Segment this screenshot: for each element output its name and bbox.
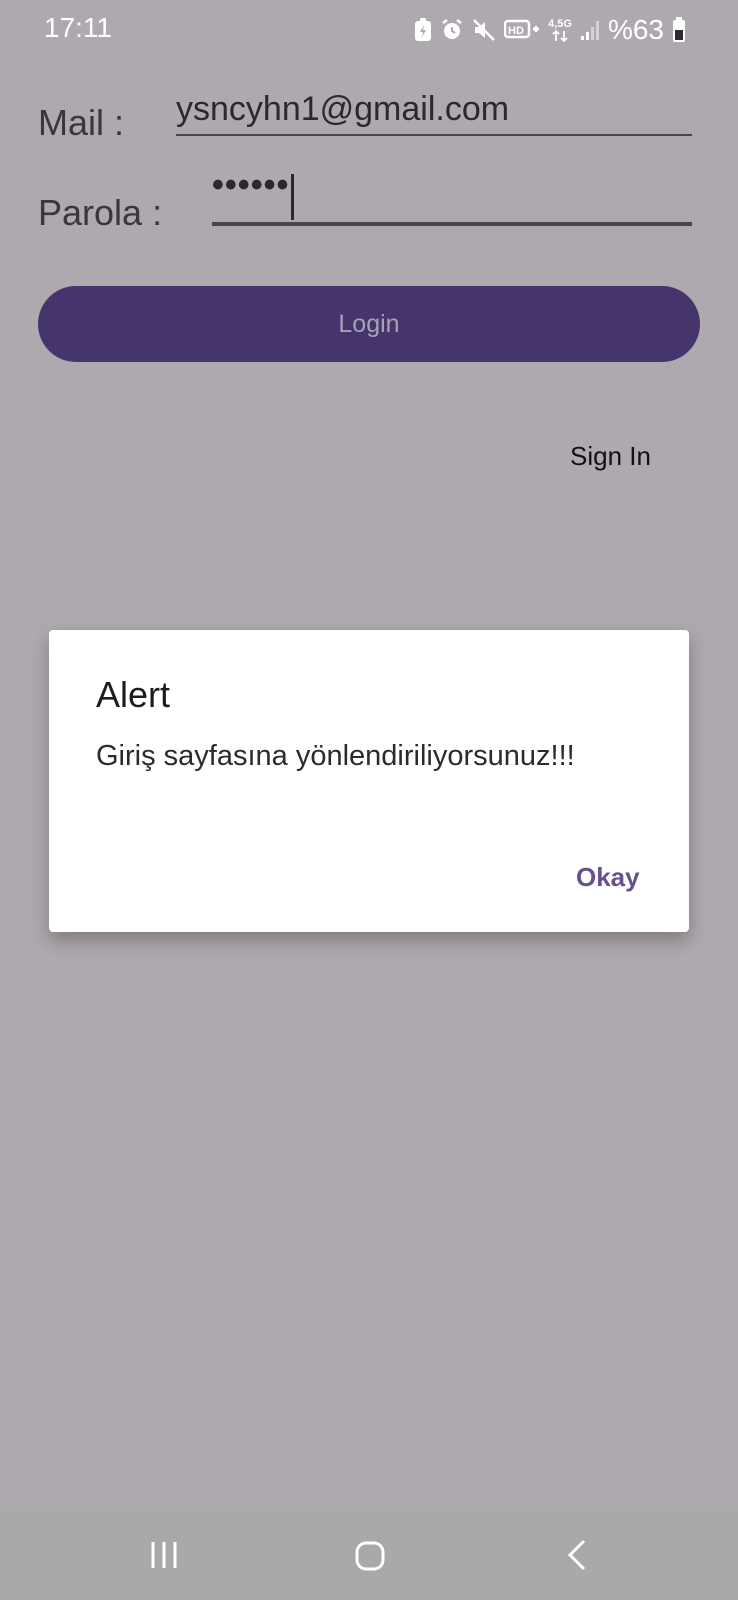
mute-icon — [472, 18, 496, 42]
text-cursor — [291, 174, 295, 220]
back-icon[interactable] — [566, 1538, 588, 1572]
status-time: 17:11 — [44, 12, 112, 43]
battery-icon — [672, 17, 686, 43]
network-4-5g-icon: 4,5G — [548, 17, 572, 42]
signal-icon — [580, 19, 600, 41]
battery-saver-icon — [414, 18, 432, 42]
okay-button[interactable]: Okay — [576, 862, 640, 893]
recents-icon[interactable] — [149, 1540, 179, 1570]
sign-in-button[interactable]: Sign In — [570, 441, 651, 472]
network-label: 4,5G — [548, 17, 572, 30]
mail-label: Mail : — [38, 102, 125, 143]
alarm-icon — [440, 18, 464, 42]
password-value: •••••• — [212, 166, 290, 204]
home-icon[interactable] — [355, 1540, 385, 1572]
login-button[interactable]: Login — [38, 286, 700, 362]
password-label: Parola : — [38, 192, 163, 233]
mail-input[interactable]: ysncyhn1@gmail.com — [176, 90, 692, 136]
alert-dialog: Alert Giriş sayfasına yönlendiriliyorsun… — [49, 630, 689, 932]
svg-text:HD: HD — [508, 25, 524, 37]
status-icons: HD 4,5G %63 — [414, 12, 686, 48]
battery-percent: %63 — [607, 14, 664, 45]
password-input[interactable]: •••••• — [212, 166, 692, 226]
alert-message: Giriş sayfasına yönlendiriliyorsunuz!!! — [96, 740, 575, 772]
alert-title: Alert — [96, 674, 171, 715]
hd-voice-icon: HD — [504, 18, 540, 42]
